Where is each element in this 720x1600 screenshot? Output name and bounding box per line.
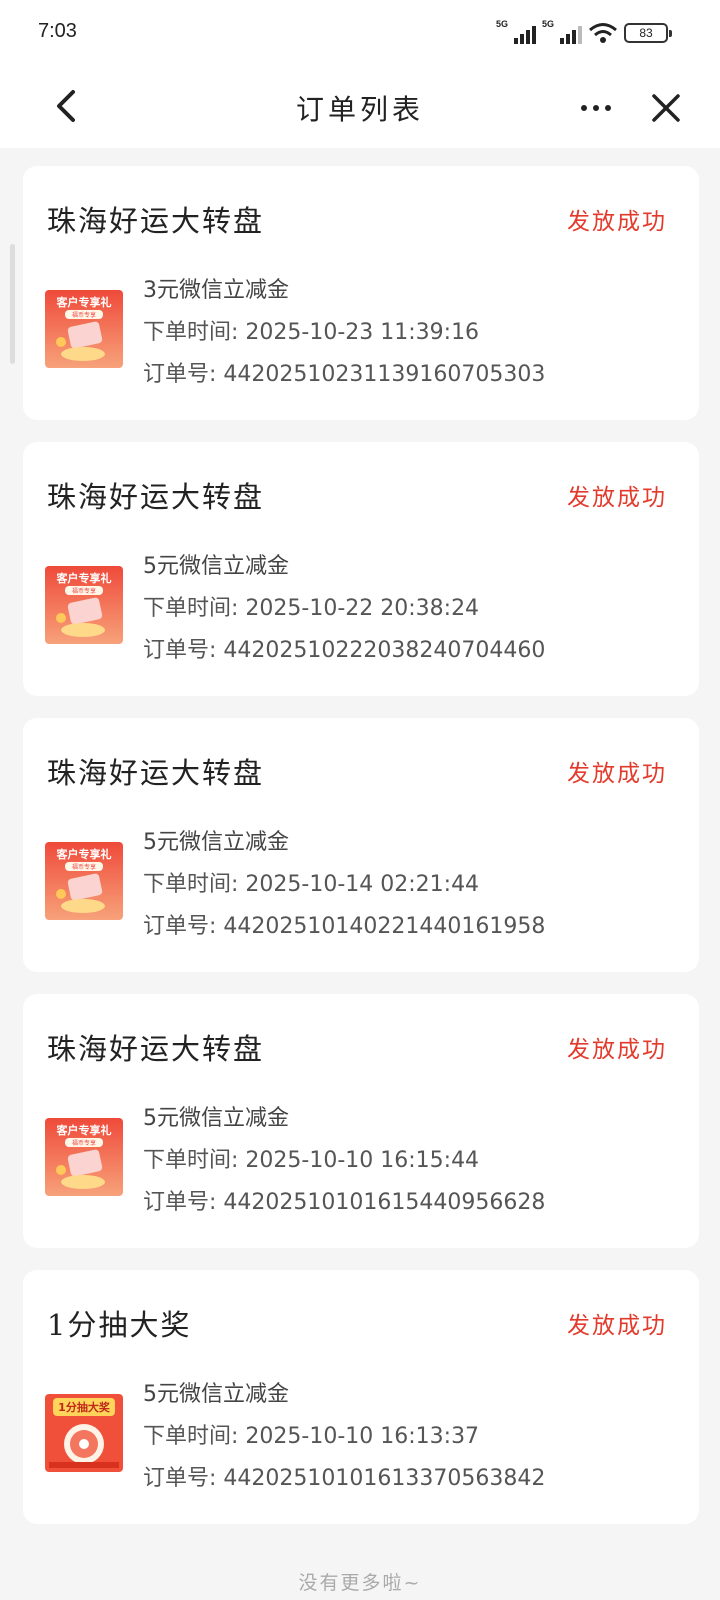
order-card[interactable]: 珠海好运大转盘 发放成功 客户专享礼福币专享 5元微信立减金 下单时间: 202… [23, 994, 699, 1248]
order-status-badge: 发放成功 [567, 1037, 667, 1063]
order-info: 5元微信立减金 下单时间: 2025-10-22 20:38:24 订单号: 4… [143, 546, 545, 672]
status-bar: 7:03 5G 5G 83 [0, 0, 720, 66]
gift-thumbnail-icon-art: 客户专享礼福币专享 [45, 566, 123, 644]
order-number: 订单号: 44202510101615440956628 [143, 1190, 546, 1215]
thumb-sublabel: 福币专享 [72, 1139, 96, 1147]
order-product-name: 5元微信立减金 [143, 1382, 289, 1407]
nav-bar: 订单列表 [0, 66, 720, 148]
order-campaign-title: 珠海好运大转盘 [47, 1032, 265, 1066]
more-button[interactable] [572, 88, 620, 128]
order-number: 订单号: 4420251023113916070530​3 [143, 362, 546, 387]
wifi-icon [589, 23, 617, 43]
order-number: 订单号: 44202510222038240704460 [143, 638, 546, 663]
order-info: 5元微信立减金 下单时间: 2025-10-10 16:15:44 订单号: 4… [143, 1098, 545, 1224]
order-info: 5元微信立减金 下单时间: 2025-10-14 02:21:44 订单号: 4… [143, 822, 545, 948]
thumb-label: 客户专享礼 [56, 295, 112, 309]
order-time: 下单时间: 2025-10-10 16:13:37 [143, 1424, 480, 1449]
order-time: 下单时间: 2025-10-23 11:39:16 [143, 320, 480, 345]
order-card[interactable]: 1分抽大奖 发放成功 1分抽大奖 5元微信立减金 下单时间: 2025-10-1… [23, 1270, 699, 1524]
signal-icon: 5G [542, 19, 582, 44]
signal-icon: 5G [496, 19, 536, 44]
order-card[interactable]: 珠海好运大转盘 发放成功 客户专享礼福币专享 3元微信立减金 下单时间: 202… [23, 166, 699, 420]
order-info: 5元微信立减金 下单时间: 2025-10-10 16:13:37 订单号: 4… [143, 1374, 545, 1500]
scrollbar[interactable] [10, 244, 15, 364]
order-time: 下单时间: 2025-10-10 16:15:44 [143, 1148, 480, 1173]
order-product-name: 3元微信立减金 [143, 278, 289, 303]
order-product-name: 5元微信立减金 [143, 1106, 289, 1131]
order-card[interactable]: 珠海好运大转盘 发放成功 客户专享礼福币专享 5元微信立减金 下单时间: 202… [23, 442, 699, 696]
thumb-sublabel: 福币专享 [72, 311, 96, 319]
gift-thumbnail-icon: 客户专享礼 福币专享 [45, 290, 123, 368]
thumb-label: 客户专享礼 [56, 847, 112, 861]
close-button[interactable] [640, 82, 692, 134]
order-info: 3元微信立减金 下单时间: 2025-10-23 11:39:16 订单号: 4… [143, 270, 545, 396]
order-status-badge: 发放成功 [567, 1313, 667, 1339]
order-campaign-title: 珠海好运大转盘 [47, 480, 265, 514]
order-time: 下单时间: 2025-10-14 02:21:44 [143, 872, 480, 897]
thumb-label: 客户专享礼 [56, 1123, 112, 1137]
more-dot-icon [581, 105, 587, 111]
order-campaign-title: 珠海好运大转盘 [47, 756, 265, 790]
order-campaign-title: 1分抽大奖 [47, 1308, 192, 1342]
status-icons: 5G 5G 83 [496, 19, 672, 46]
more-dot-icon [593, 105, 599, 111]
more-dot-icon [605, 105, 611, 111]
order-status-badge: 发放成功 [567, 209, 667, 235]
gift-thumbnail-icon: 客户专享礼 福币专享 [45, 1118, 123, 1196]
gift-thumbnail-icon-art: 客户专享礼福币专享 [45, 1118, 123, 1196]
thumb-label: 1分抽大奖 [58, 1400, 111, 1414]
order-campaign-title: 珠海好运大转盘 [47, 204, 265, 238]
lottery-thumbnail-icon-art: 1分抽大奖 [45, 1394, 123, 1472]
close-icon [652, 94, 680, 122]
order-time: 下单时间: 2025-10-22 20:38:24 [143, 596, 480, 621]
thumb-sublabel: 福币专享 [72, 587, 96, 595]
order-product-name: 5元微信立减金 [143, 554, 289, 579]
battery-icon: 83 [624, 23, 672, 43]
signal-network-tag: 5G [496, 19, 509, 29]
end-of-list-note: 没有更多啦~ [298, 1572, 422, 1594]
thumb-label: 客户专享礼 [56, 571, 112, 585]
order-card[interactable]: 珠海好运大转盘 发放成功 客户专享礼福币专享 5元微信立减金 下单时间: 202… [23, 718, 699, 972]
order-product-name: 5元微信立减金 [143, 830, 289, 855]
order-list: 珠海好运大转盘 发放成功 客户专享礼 福币专享 3元微信立减金 下单时间: 202… [23, 166, 699, 1546]
gift-thumbnail-icon-art: 客户专享礼福币专享 [45, 842, 123, 920]
lottery-thumbnail-icon: 1分抽大奖 [45, 1394, 123, 1472]
gift-thumbnail-icon: 客户专享礼 福币专享 [45, 566, 123, 644]
order-status-badge: 发放成功 [567, 485, 667, 511]
gift-thumbnail-icon-art: 客户专享礼福币专享 [45, 290, 123, 368]
order-number: 订单号: 44202510140221440161958 [143, 914, 546, 939]
signal-network-tag: 5G [542, 19, 555, 29]
gift-thumbnail-icon: 客户专享礼 福币专享 [45, 842, 123, 920]
order-status-badge: 发放成功 [567, 761, 667, 787]
thumb-sublabel: 福币专享 [72, 863, 96, 871]
order-number: 订单号: 44202510101613370563842 [143, 1466, 546, 1491]
status-time: 7:03 [38, 20, 77, 42]
